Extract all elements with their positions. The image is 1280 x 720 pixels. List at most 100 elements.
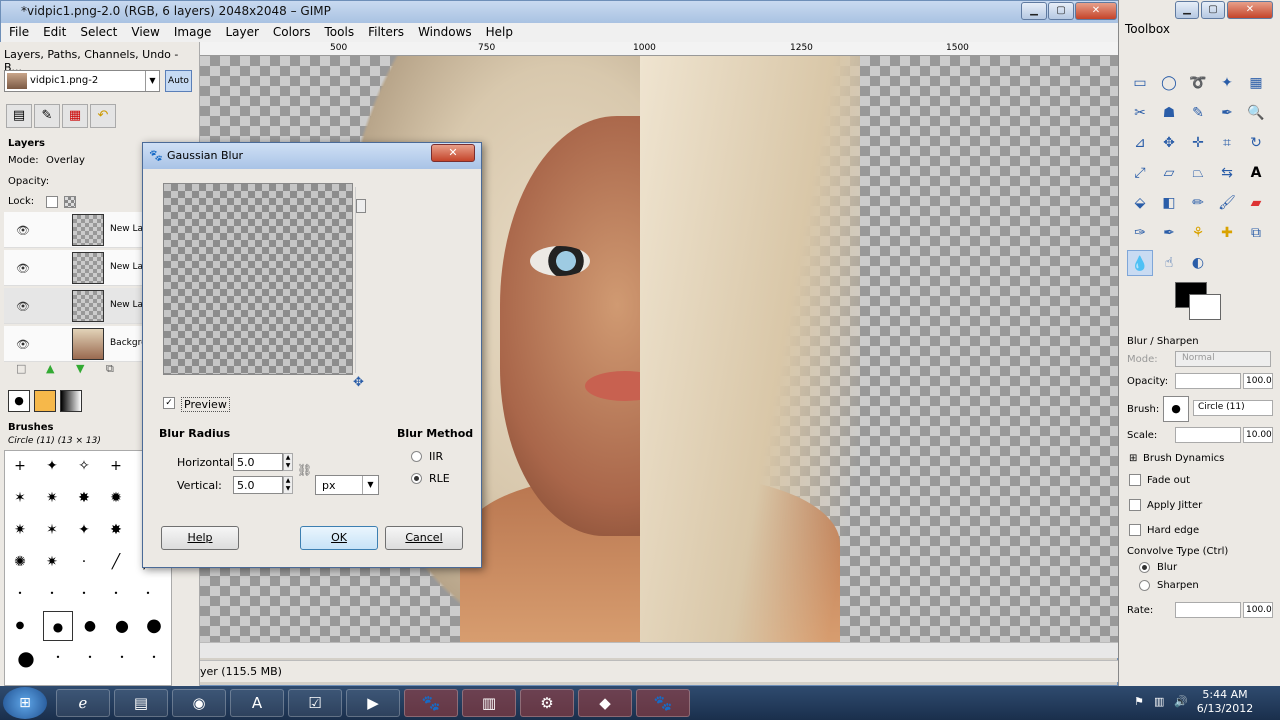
rect-select-icon[interactable]: ▭: [1127, 70, 1153, 96]
app-taskbar-icon[interactable]: ☑: [288, 689, 342, 717]
app-taskbar-icon[interactable]: ◆: [578, 689, 632, 717]
blend-icon[interactable]: ◧: [1156, 190, 1182, 216]
brush-item[interactable]: •: [101, 579, 131, 609]
horizontal-input[interactable]: 5.0: [233, 453, 283, 471]
brush-item-selected[interactable]: ●: [43, 611, 73, 641]
network-icon[interactable]: ▥: [1154, 695, 1164, 708]
explorer-taskbar-icon[interactable]: ▤: [114, 689, 168, 717]
media-taskbar-icon[interactable]: ▶: [346, 689, 400, 717]
menu-filters[interactable]: Filters: [360, 23, 410, 39]
volume-icon[interactable]: 🔊: [1174, 695, 1188, 708]
preview-checkbox[interactable]: ✓: [163, 397, 175, 409]
tab-paths[interactable]: ✎: [34, 104, 60, 128]
ie-taskbar-icon[interactable]: ℯ: [56, 689, 110, 717]
color-picker-icon[interactable]: ✒: [1214, 100, 1240, 126]
shear-icon[interactable]: ▱: [1156, 160, 1182, 186]
chevron-down-icon[interactable]: ▼: [145, 71, 159, 91]
horizontal-spinner[interactable]: ▲ ▼: [283, 453, 293, 471]
airbrush-icon[interactable]: ✑: [1127, 220, 1153, 246]
expander-icon[interactable]: ⊞: [1129, 453, 1137, 464]
paths-tool-icon[interactable]: ✎: [1185, 100, 1211, 126]
brush-item[interactable]: •: [37, 579, 67, 609]
tab-layers[interactable]: ▤: [6, 104, 32, 128]
navigate-icon[interactable]: ✥: [353, 375, 364, 390]
brush-tab-icon[interactable]: ●: [8, 390, 30, 412]
move-icon[interactable]: ✥: [1156, 130, 1182, 156]
brush-item[interactable]: ·: [69, 547, 99, 577]
bucket-fill-icon[interactable]: ⬙: [1127, 190, 1153, 216]
perspective-clone-icon[interactable]: ⧉: [1243, 220, 1269, 246]
brush-item[interactable]: ✷: [5, 515, 35, 545]
unit-select[interactable]: px ▼: [315, 475, 379, 495]
menu-layer[interactable]: Layer: [217, 23, 264, 39]
flag-icon[interactable]: ⚑: [1134, 695, 1144, 708]
convolve-blur-radio[interactable]: [1139, 562, 1150, 573]
tool-rate-slider[interactable]: [1175, 602, 1241, 618]
app-taskbar-icon[interactable]: A: [230, 689, 284, 717]
brush-item[interactable]: ✶: [5, 483, 35, 513]
menu-edit[interactable]: Edit: [35, 23, 72, 39]
auto-button[interactable]: Auto: [165, 70, 192, 92]
brush-item[interactable]: ●: [75, 611, 105, 641]
brush-item[interactable]: •: [107, 643, 137, 673]
ink-icon[interactable]: ✒: [1156, 220, 1182, 246]
lock-pixels-checkbox[interactable]: [46, 196, 58, 208]
background-color-swatch[interactable]: [1189, 294, 1221, 320]
brush-item[interactable]: +: [5, 451, 35, 481]
menu-view[interactable]: View: [123, 23, 165, 39]
scissors-icon[interactable]: ✂: [1127, 100, 1153, 126]
eye-icon[interactable]: 👁: [16, 300, 30, 313]
brush-item[interactable]: •: [69, 579, 99, 609]
brush-item[interactable]: •: [5, 579, 35, 609]
measure-icon[interactable]: ⊿: [1127, 130, 1153, 156]
menu-select[interactable]: Select: [72, 23, 123, 39]
preview-vertical-scrollbar[interactable]: [355, 187, 366, 373]
toolbox-close-button[interactable]: ✕: [1227, 1, 1273, 19]
lock-alpha-checkbox[interactable]: [64, 196, 76, 208]
color-select-icon[interactable]: ▦: [1243, 70, 1269, 96]
chrome-taskbar-icon[interactable]: ◉: [172, 689, 226, 717]
iir-radio[interactable]: [411, 451, 422, 462]
tool-scale-value[interactable]: 10.00: [1243, 427, 1273, 443]
preview-label[interactable]: Preview: [181, 397, 230, 412]
brush-item[interactable]: •: [43, 643, 73, 673]
vertical-spinner[interactable]: ▲ ▼: [283, 476, 293, 494]
menu-file[interactable]: File: [1, 23, 35, 39]
toolbox-maximize-button[interactable]: ▢: [1201, 1, 1225, 19]
heal-icon[interactable]: ✚: [1214, 220, 1240, 246]
hard-edge-checkbox[interactable]: [1129, 524, 1141, 536]
brush-item[interactable]: ✧: [69, 451, 99, 481]
eye-icon[interactable]: 👁: [16, 262, 30, 275]
brush-item[interactable]: ✦: [69, 515, 99, 545]
ellipse-select-icon[interactable]: ◯: [1156, 70, 1182, 96]
brush-item[interactable]: ●: [107, 611, 137, 641]
close-button[interactable]: ✕: [1075, 2, 1117, 20]
gimp-taskbar-icon[interactable]: 🐾: [404, 689, 458, 717]
dialog-close-button[interactable]: ✕: [431, 144, 475, 162]
pencil-icon[interactable]: ✏: [1185, 190, 1211, 216]
minimize-button[interactable]: ▁: [1021, 2, 1047, 20]
gradient-tab-icon[interactable]: [60, 390, 82, 412]
horizontal-scrollbar[interactable]: [200, 642, 1118, 658]
duplicate-layer-icon[interactable]: ⧉: [106, 362, 114, 376]
brush-item[interactable]: ✦: [37, 451, 67, 481]
eraser-icon[interactable]: ▰: [1243, 190, 1269, 216]
menu-windows[interactable]: Windows: [410, 23, 478, 39]
menu-tools[interactable]: Tools: [317, 23, 361, 39]
rle-radio[interactable]: [411, 473, 422, 484]
app-taskbar-icon[interactable]: ⚙: [520, 689, 574, 717]
start-button[interactable]: ⊞: [3, 687, 47, 719]
convolve-sharpen-radio[interactable]: [1139, 580, 1150, 591]
tool-rate-value[interactable]: 100.0: [1243, 602, 1273, 618]
paintbrush-icon[interactable]: 🖌: [1214, 190, 1240, 216]
image-select-dropdown[interactable]: vidpic1.png-2 ▼: [4, 70, 160, 92]
brush-item[interactable]: +: [101, 451, 131, 481]
tool-mode-select[interactable]: Normal: [1175, 351, 1271, 367]
clone-icon[interactable]: ⚘: [1185, 220, 1211, 246]
smudge-icon[interactable]: ☝: [1156, 250, 1182, 276]
brush-item[interactable]: ✸: [101, 515, 131, 545]
menu-image[interactable]: Image: [166, 23, 218, 39]
zoom-icon[interactable]: 🔍: [1243, 100, 1269, 126]
brush-item[interactable]: ✺: [5, 547, 35, 577]
cancel-button[interactable]: Cancel: [385, 526, 463, 550]
